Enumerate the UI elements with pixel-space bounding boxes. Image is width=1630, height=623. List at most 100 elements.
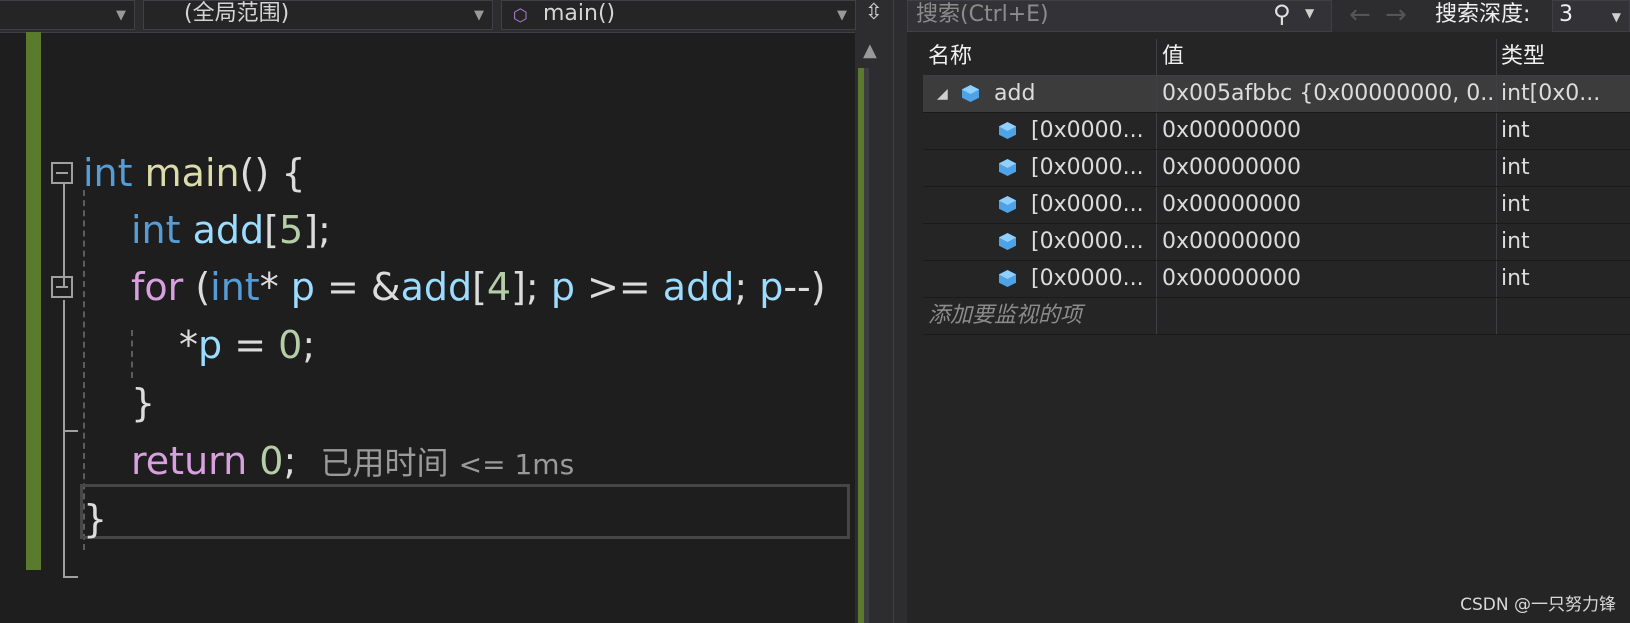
watch-type: int[0x0... <box>1496 76 1630 112</box>
number-literal: 0 <box>259 439 284 483</box>
code-area[interactable]: int main() { int add[5]; for (int* p = &… <box>0 32 855 623</box>
code-line-3: for (int* p = &add[4]; p >= add; p--) <box>131 258 826 316</box>
empty-type-cell <box>1496 298 1630 334</box>
watch-type: int <box>1496 261 1630 297</box>
variable-icon <box>999 270 1016 287</box>
function-dropdown-label: main() <box>543 1 616 26</box>
elapsed-time-label: 已用时间 <box>320 444 449 482</box>
outline-guide <box>63 576 78 578</box>
back-arrow-icon[interactable]: ← <box>1349 0 1371 30</box>
watch-value[interactable]: 0x00000000 <box>1156 224 1496 260</box>
project-dropdown[interactable]: ▼ <box>0 0 135 30</box>
watch-type: int <box>1496 150 1630 186</box>
vertical-scrollbar[interactable]: ▲ <box>855 32 893 623</box>
outline-guide <box>63 430 78 432</box>
watch-name: [0x0000... <box>1031 118 1144 143</box>
scroll-up-icon[interactable]: ▲ <box>863 40 877 61</box>
watermark: CSDN @一只努力锋 <box>1460 595 1616 615</box>
variable: p <box>198 323 223 367</box>
number-literal: 5 <box>279 208 304 252</box>
elapsed-time-value: <= 1ms <box>458 448 575 481</box>
chevron-down-icon: ▼ <box>1611 10 1621 24</box>
punctuation: [ <box>264 208 279 252</box>
watch-row-child[interactable]: [0x0000... 0x00000000 int <box>923 113 1630 150</box>
variable: add <box>192 208 265 252</box>
elapsed-time-tip[interactable]: 已用时间 <= 1ms <box>320 444 574 482</box>
watch-toolbar: 搜索(Ctrl+E) ⚲ ▼ ← → 搜索深度: 3 ▼ <box>907 0 1630 32</box>
watch-row-add[interactable]: ◢ add 0x005afbbc {0x00000000, 0... int[0… <box>923 76 1630 113</box>
scrollbar-change-marker <box>858 68 864 623</box>
watch-value[interactable]: 0x00000000 <box>1156 187 1496 223</box>
split-icon[interactable]: ⇳ <box>858 0 890 30</box>
variable: add <box>400 265 473 309</box>
keyword: int <box>210 265 260 309</box>
watch-name-cell: [0x0000... <box>923 224 1155 260</box>
chevron-down-icon[interactable]: ▼ <box>1305 6 1314 20</box>
variable: p <box>759 265 784 309</box>
watch-value[interactable]: 0x00000000 <box>1156 150 1496 186</box>
punctuation: * <box>179 323 198 367</box>
watch-row-child[interactable]: [0x0000... 0x00000000 int <box>923 224 1630 261</box>
punctuation: ]; <box>303 208 331 252</box>
add-watch-row[interactable]: 添加要监视的项 <box>923 298 1630 335</box>
keyword: for <box>131 265 184 309</box>
variable: p <box>290 265 315 309</box>
punctuation: () { <box>239 151 306 195</box>
watch-name: [0x0000... <box>1031 155 1144 180</box>
watch-type: int <box>1496 187 1630 223</box>
indent-guide <box>131 330 133 378</box>
column-header-name[interactable]: 名称 <box>923 39 1155 75</box>
code-line-5: } <box>131 374 155 432</box>
punctuation: >= <box>574 265 663 309</box>
outline-guide <box>63 300 65 430</box>
watch-name: [0x0000... <box>1031 192 1144 217</box>
watch-row-child[interactable]: [0x0000... 0x00000000 int <box>923 187 1630 224</box>
function-dropdown[interactable]: ⬡ main() ▼ <box>501 0 856 30</box>
watch-name: add <box>994 81 1036 106</box>
watch-name-cell: [0x0000... <box>923 150 1155 186</box>
current-line-highlight <box>80 484 850 539</box>
column-header-value[interactable]: 值 <box>1156 39 1496 75</box>
watch-window: 搜索(Ctrl+E) ⚲ ▼ ← → 搜索深度: 3 ▼ 名称 值 类型 ◢ a… <box>907 0 1630 623</box>
punctuation: ( <box>183 265 211 309</box>
collapse-icon[interactable] <box>51 162 73 184</box>
watch-type: int <box>1496 113 1630 149</box>
watch-value[interactable]: 0x005afbbc {0x00000000, 0... <box>1156 76 1496 112</box>
variable-icon <box>999 122 1016 139</box>
search-depth-label: 搜索深度: <box>1435 2 1531 27</box>
search-input[interactable]: 搜索(Ctrl+E) <box>907 0 1332 32</box>
chevron-down-icon: ▼ <box>837 8 847 23</box>
outline-guide <box>63 184 65 288</box>
pane-splitter[interactable] <box>893 0 908 623</box>
empty-value-cell <box>1156 298 1496 334</box>
code-line-1: int main() { <box>83 144 306 202</box>
forward-arrow-icon[interactable]: → <box>1385 0 1407 30</box>
watch-value[interactable]: 0x00000000 <box>1156 113 1496 149</box>
code-editor[interactable]: ▼ (全局范围) ▼ ⬡ main() ▼ ⇳ int main() { int… <box>0 0 893 623</box>
chevron-down-icon: ▼ <box>474 8 484 23</box>
add-watch-placeholder[interactable]: 添加要监视的项 <box>923 298 1160 334</box>
code-line-6: return 0; 已用时间 <= 1ms <box>131 432 574 490</box>
punctuation: [ <box>472 265 487 309</box>
punctuation: * <box>259 265 291 309</box>
watch-row-child[interactable]: [0x0000... 0x00000000 int <box>923 150 1630 187</box>
code-line-4: *p = 0; <box>179 316 315 374</box>
punctuation: ; <box>302 323 316 367</box>
punctuation: --) <box>783 265 826 309</box>
search-depth-dropdown[interactable]: 3 ▼ <box>1552 0 1630 32</box>
closing-brace: } <box>83 497 108 541</box>
watch-name: [0x0000... <box>1031 229 1144 254</box>
search-icon[interactable]: ⚲ <box>1273 0 1291 28</box>
outline-guide <box>63 430 65 578</box>
watch-row-child[interactable]: [0x0000... 0x00000000 int <box>923 261 1630 298</box>
punctuation: ; <box>734 265 760 309</box>
collapse-icon[interactable] <box>51 276 73 298</box>
expander-icon[interactable]: ◢ <box>937 76 948 112</box>
watch-name-cell: [0x0000... <box>923 113 1155 149</box>
function-name: main <box>144 151 240 195</box>
watch-value[interactable]: 0x00000000 <box>1156 261 1496 297</box>
scope-dropdown[interactable]: (全局范围) ▼ <box>143 0 493 30</box>
punctuation: = & <box>314 265 401 309</box>
column-header-type[interactable]: 类型 <box>1496 39 1630 75</box>
cube-icon: ⬡ <box>513 6 528 26</box>
